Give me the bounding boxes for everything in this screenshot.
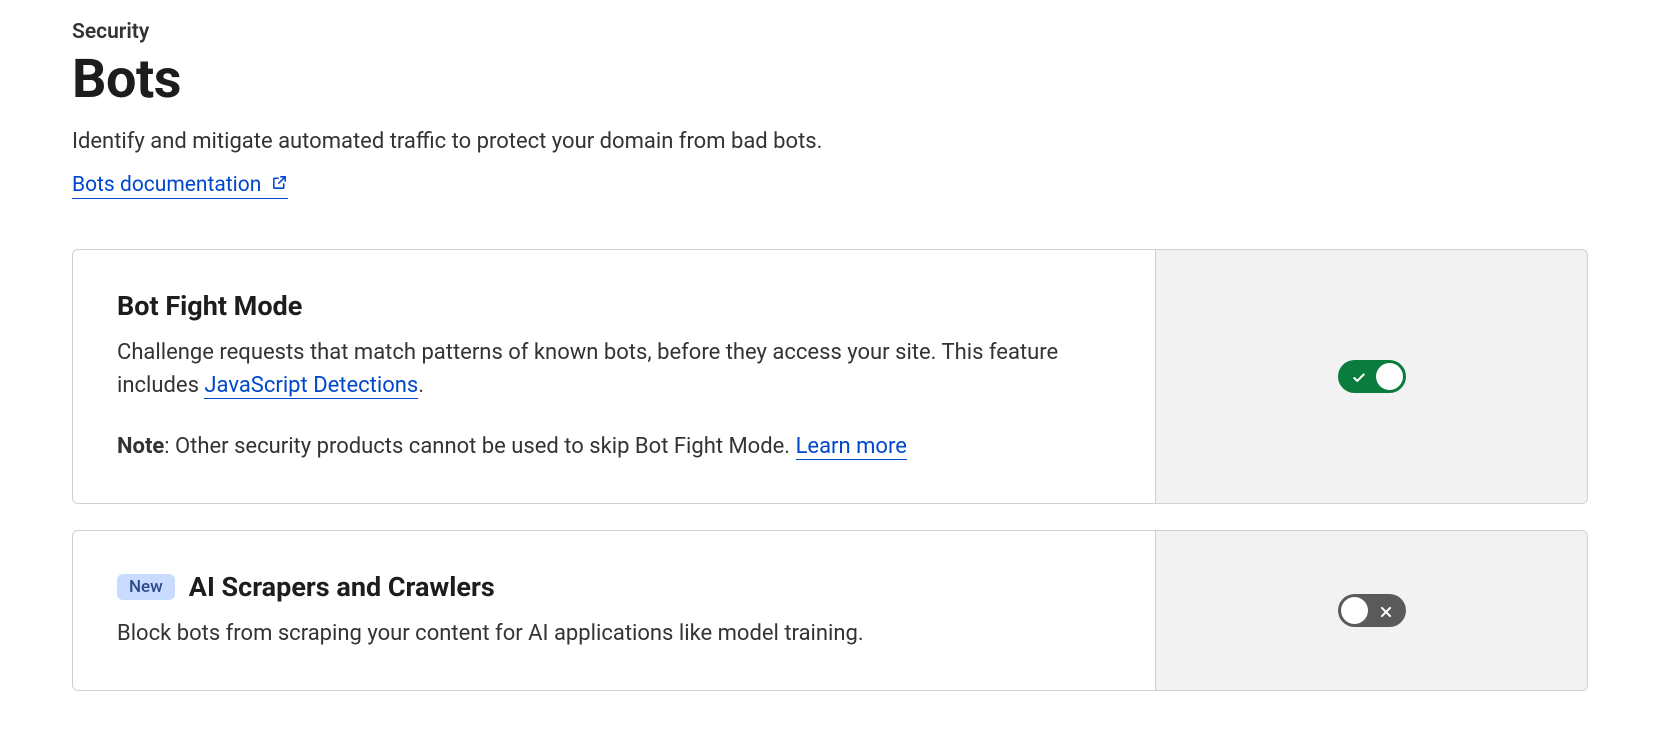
card-content: Bot Fight Mode Challenge requests that m… (73, 250, 1155, 503)
card-desc-bot-fight-mode: Challenge requests that match patterns o… (117, 336, 1111, 402)
external-link-icon (269, 172, 288, 197)
javascript-detections-link[interactable]: JavaScript Detections (204, 373, 418, 399)
card-title-ai-scrapers: AI Scrapers and Crawlers (189, 571, 495, 603)
toggle-ai-scrapers[interactable] (1338, 594, 1406, 627)
new-badge: New (117, 574, 175, 600)
page-subtitle: Identify and mitigate automated traffic … (72, 129, 1588, 154)
check-icon (1352, 370, 1366, 384)
learn-more-link[interactable]: Learn more (796, 434, 907, 460)
desc-text-2: . (418, 373, 424, 398)
card-content: New AI Scrapers and Crawlers Block bots … (73, 531, 1155, 690)
bots-documentation-link[interactable]: Bots documentation (72, 172, 288, 199)
breadcrumb: Security (72, 20, 1588, 44)
card-ai-scrapers: New AI Scrapers and Crawlers Block bots … (72, 530, 1588, 691)
x-icon (1379, 604, 1393, 618)
doc-link-label: Bots documentation (72, 173, 261, 197)
toggle-bot-fight-mode[interactable] (1338, 360, 1406, 393)
card-bot-fight-mode: Bot Fight Mode Challenge requests that m… (72, 249, 1588, 504)
card-desc-ai-scrapers: Block bots from scraping your content fo… (117, 617, 1111, 650)
page-title: Bots (72, 48, 1588, 111)
card-note-bot-fight-mode: Note: Other security products cannot be … (117, 430, 1111, 463)
card-side-panel (1155, 531, 1587, 690)
toggle-knob (1376, 363, 1403, 390)
note-text: : Other security products cannot be used… (164, 434, 795, 459)
card-title-bot-fight-mode: Bot Fight Mode (117, 290, 302, 322)
card-side-panel (1155, 250, 1587, 503)
toggle-knob (1341, 597, 1368, 624)
note-label: Note (117, 434, 164, 459)
